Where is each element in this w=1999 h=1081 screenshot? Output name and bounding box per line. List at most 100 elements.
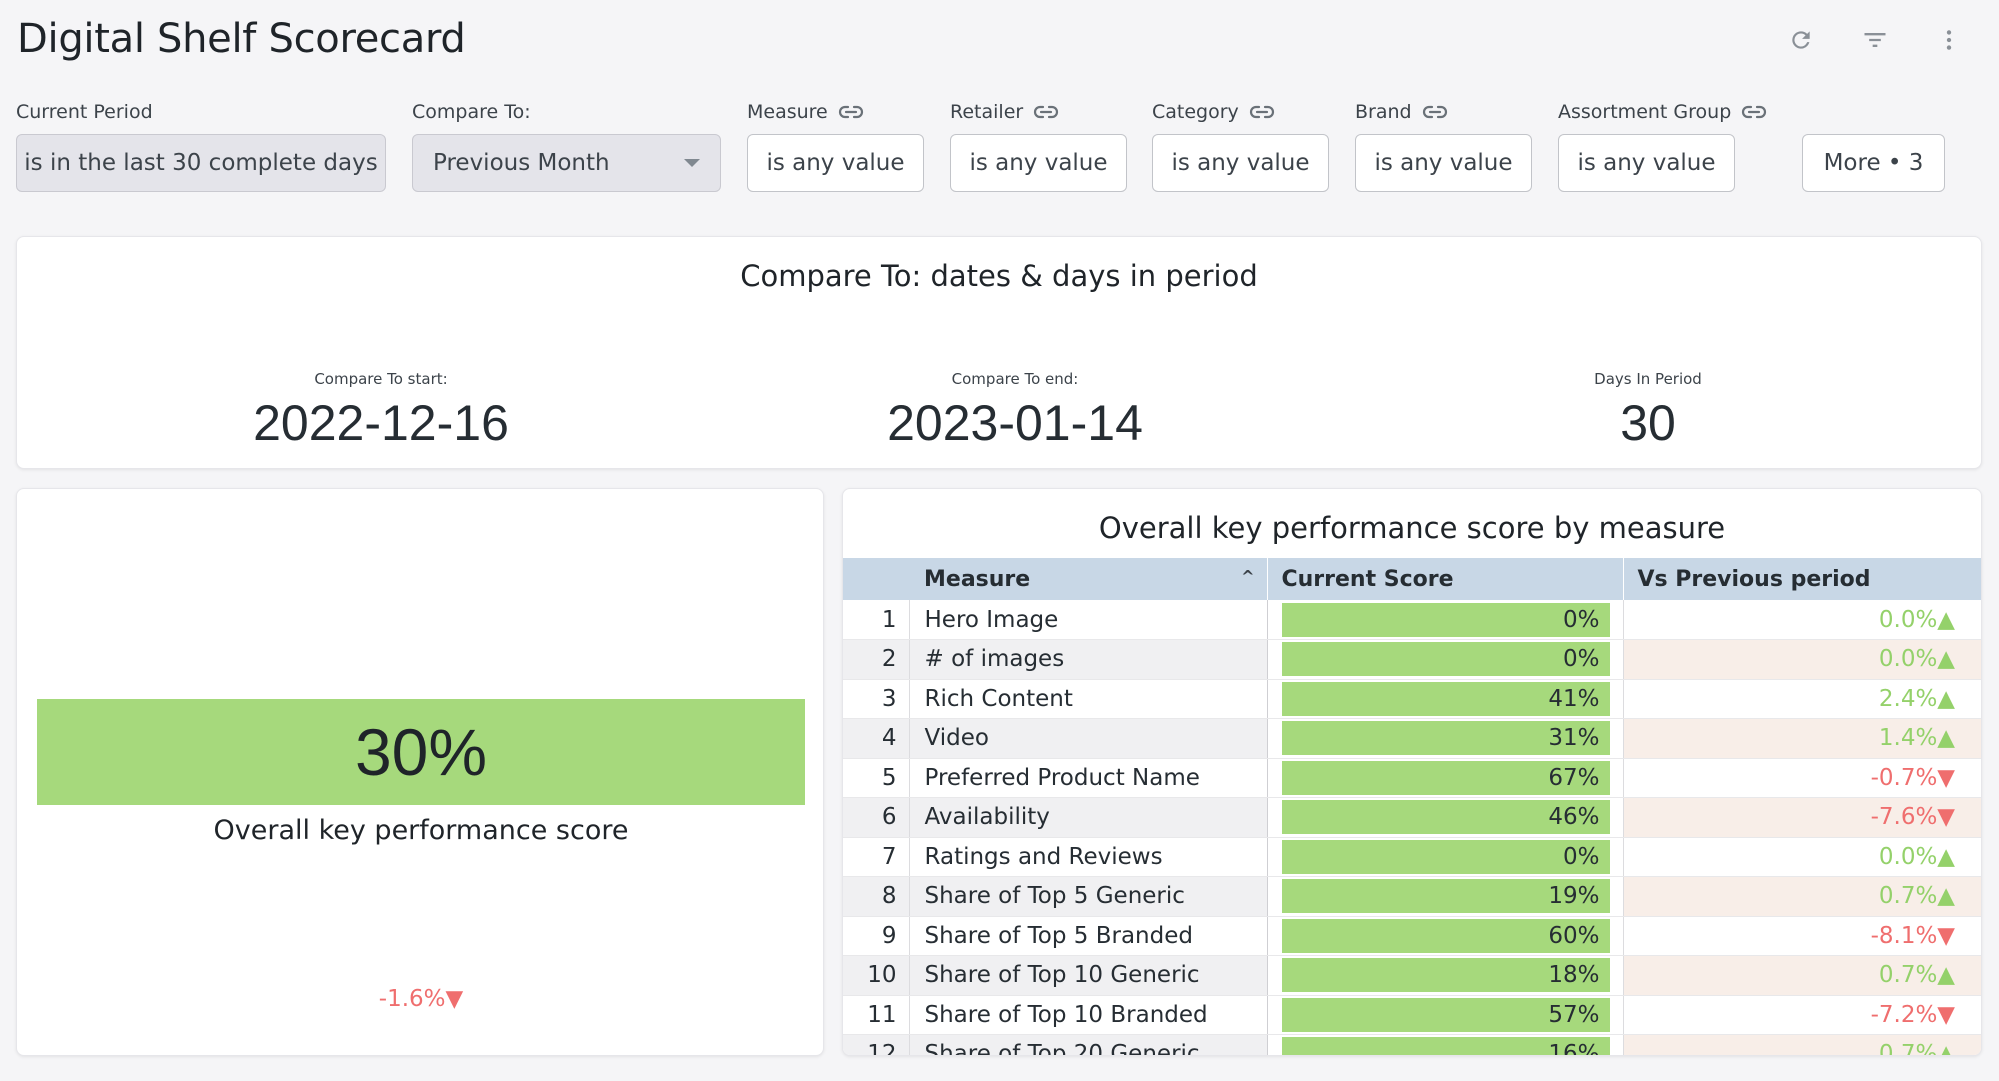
table-row[interactable]: 6 Availability 46% -7.6%▼ <box>843 797 1981 838</box>
filter-icon[interactable] <box>1859 24 1891 56</box>
kpi-value: 30 <box>1620 395 1676 451</box>
table-row[interactable]: 4 Video 31% 1.4%▲ <box>843 718 1981 759</box>
vs-previous-cell: 0.7%▲ <box>1623 955 1981 996</box>
measure-table-card: Overall key performance score by measure… <box>842 488 1982 1056</box>
table-row[interactable]: 3 Rich Content 41% 2.4%▲ <box>843 679 1981 719</box>
table-row[interactable]: 1 Hero Image 0% 0.0%▲ <box>843 600 1981 640</box>
filter-retailer: Retailer <box>950 100 1059 124</box>
score-bar: 46% <box>1281 800 1610 835</box>
measure-table: Measure ^ Current Score Vs Previous peri… <box>843 558 1981 1055</box>
link-icon <box>1422 105 1447 119</box>
vs-previous-cell: -0.7%▼ <box>1623 758 1981 798</box>
current-score-cell: 60% <box>1267 916 1624 956</box>
more-vert-icon[interactable] <box>1933 24 1965 56</box>
current-score-cell: 41% <box>1267 679 1624 719</box>
filter-assortment-group: Assortment Group <box>1558 100 1767 124</box>
table-row[interactable]: 2 # of images 0% 0.0%▲ <box>843 639 1981 680</box>
measure-name: Share of Top 20 Generic <box>909 1034 1268 1055</box>
compare-start-kpi: Compare To start: 2022-12-16 <box>151 370 611 452</box>
current-score-cell: 18% <box>1267 955 1624 996</box>
card-title: Compare To: dates & days in period <box>740 259 1258 293</box>
current-score-cell: 0% <box>1267 837 1624 877</box>
card-title: Overall key performance score by measure <box>1098 511 1726 545</box>
row-number: 6 <box>843 797 910 838</box>
days-in-period-kpi: Days In Period 30 <box>1418 370 1878 452</box>
table-header-row: Measure ^ Current Score Vs Previous peri… <box>843 558 1981 600</box>
vs-previous-cell: 0.7%▲ <box>1623 1034 1981 1055</box>
row-number: 4 <box>843 718 910 759</box>
row-number: 9 <box>843 916 910 956</box>
score-bar: 16% <box>1281 1037 1610 1055</box>
refresh-icon[interactable] <box>1785 24 1817 56</box>
measure-name: Ratings and Reviews <box>909 837 1268 877</box>
overall-score-label: Overall key performance score <box>213 815 629 846</box>
link-icon <box>1034 105 1059 119</box>
table-row[interactable]: 7 Ratings and Reviews 0% 0.0%▲ <box>843 837 1981 877</box>
row-number: 3 <box>843 679 910 719</box>
column-header-measure[interactable]: Measure ^ <box>909 558 1268 600</box>
filter-compare-to: Compare To: <box>412 100 531 124</box>
filter-label: Retailer <box>950 101 1024 123</box>
current-score-cell: 16% <box>1267 1034 1624 1055</box>
measure-name: Hero Image <box>909 600 1268 640</box>
score-bar: 41% <box>1281 681 1610 716</box>
current-score-cell: 0% <box>1267 600 1624 640</box>
brand-filter-field[interactable]: is any value <box>1355 134 1532 192</box>
link-icon <box>1249 105 1274 119</box>
table-row[interactable]: 11 Share of Top 10 Branded 57% -7.2%▼ <box>843 995 1981 1035</box>
score-bar: 31% <box>1281 721 1610 756</box>
link-icon <box>838 105 863 119</box>
score-bar: 0% <box>1281 642 1610 677</box>
vs-previous-cell: 0.7%▲ <box>1623 876 1981 917</box>
column-header-label: Measure <box>924 566 1031 592</box>
more-filters-button[interactable]: More • 3 <box>1802 134 1945 192</box>
filter-brand: Brand <box>1355 100 1448 124</box>
row-number: 12 <box>843 1034 910 1055</box>
filter-label: Brand <box>1355 101 1412 123</box>
score-bar: 57% <box>1281 997 1610 1032</box>
measure-name: Share of Top 5 Branded <box>909 916 1268 956</box>
kpi-label: Compare To end: <box>951 370 1079 388</box>
column-header-vs-previous[interactable]: Vs Previous period <box>1623 558 1981 600</box>
measure-name: Video <box>909 718 1268 759</box>
kpi-value: 2023-01-14 <box>887 395 1143 451</box>
measure-name: Preferred Product Name <box>909 758 1268 798</box>
current-period-field[interactable]: is in the last 30 complete days <box>16 134 386 192</box>
row-number: 2 <box>843 639 910 680</box>
row-number: 10 <box>843 955 910 996</box>
table-row[interactable]: 9 Share of Top 5 Branded 60% -8.1%▼ <box>843 916 1981 956</box>
vs-previous-cell: -8.1%▼ <box>1623 916 1981 956</box>
kpi-label: Days In Period <box>1594 370 1702 388</box>
score-bar: 18% <box>1281 958 1610 993</box>
filter-label: Measure <box>747 101 828 123</box>
compare-to-select[interactable]: Previous Month <box>412 134 721 192</box>
vs-previous-cell: -7.6%▼ <box>1623 797 1981 838</box>
score-bar: 60% <box>1281 918 1610 953</box>
category-filter-field[interactable]: is any value <box>1152 134 1329 192</box>
filter-label: Assortment Group <box>1558 101 1732 123</box>
compare-end-kpi: Compare To end: 2023-01-14 <box>785 370 1245 452</box>
current-score-cell: 46% <box>1267 797 1624 838</box>
sort-ascending-icon[interactable]: ^ <box>1241 567 1254 586</box>
filter-measure: Measure <box>747 100 864 124</box>
row-number: 11 <box>843 995 910 1035</box>
measure-name: # of images <box>909 639 1268 680</box>
assortment-group-filter-field[interactable]: is any value <box>1558 134 1735 192</box>
current-score-cell: 19% <box>1267 876 1624 917</box>
table-row[interactable]: 12 Share of Top 20 Generic 16% 0.7%▲ <box>843 1034 1981 1055</box>
table-row[interactable]: 10 Share of Top 10 Generic 18% 0.7%▲ <box>843 955 1981 996</box>
kpi-value: 2022-12-16 <box>253 395 509 451</box>
table-row[interactable]: 8 Share of Top 5 Generic 19% 0.7%▲ <box>843 876 1981 917</box>
measure-filter-field[interactable]: is any value <box>747 134 924 192</box>
overall-score-bar: 30% <box>37 699 805 805</box>
chevron-down-icon <box>684 159 700 167</box>
table-row[interactable]: 5 Preferred Product Name 67% -0.7%▼ <box>843 758 1981 798</box>
filter-label: Compare To: <box>412 101 531 123</box>
row-number: 1 <box>843 600 910 640</box>
measure-name: Share of Top 10 Branded <box>909 995 1268 1035</box>
column-header-current-score[interactable]: Current Score <box>1267 558 1624 600</box>
row-number: 5 <box>843 758 910 798</box>
row-number: 7 <box>843 837 910 877</box>
retailer-filter-field[interactable]: is any value <box>950 134 1127 192</box>
kpi-label: Compare To start: <box>314 370 448 388</box>
